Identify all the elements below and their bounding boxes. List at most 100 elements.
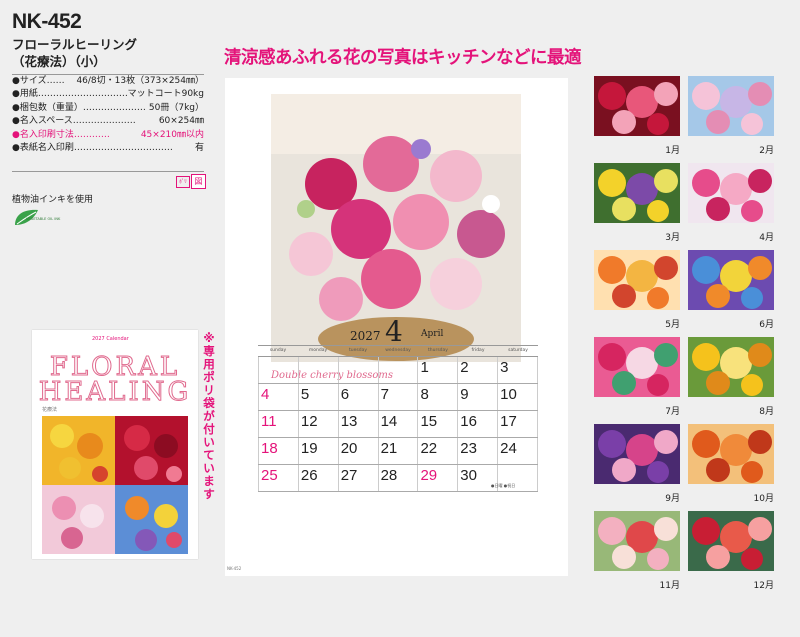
calendar-sheet: Double cherry blossoms 2027 4 April sund… bbox=[225, 78, 568, 576]
day-cell: 19 bbox=[299, 438, 339, 464]
month-thumbnail: 6月 bbox=[688, 250, 774, 330]
day-cell: 21 bbox=[379, 438, 419, 464]
day-cell: 12 bbox=[299, 411, 339, 437]
thumbnail-photo bbox=[594, 76, 680, 136]
weekday-thursday: thursday bbox=[428, 348, 448, 353]
spec-row: ●名入印刷寸法………… 45×210㎜以内 bbox=[12, 129, 204, 142]
day-cell: 23 bbox=[458, 438, 499, 464]
thumbnail-month-label: 2月 bbox=[759, 146, 774, 156]
sheet-footer: NK-452 bbox=[227, 566, 242, 571]
day-cell: 27 bbox=[339, 465, 379, 491]
product-name: フローラルヒーリング （花療法）（小） bbox=[12, 36, 212, 70]
thumbnail-month-label: 11月 bbox=[659, 581, 680, 591]
thumbnail-month-label: 6月 bbox=[759, 320, 774, 330]
month-thumbnail: 7月 bbox=[594, 337, 680, 417]
spec-value: 60×254㎜ bbox=[158, 116, 204, 127]
spec-label: ●サイズ…… bbox=[12, 76, 65, 86]
spec-label: ●名入印刷寸法………… bbox=[12, 129, 110, 140]
day-cell: 6 bbox=[339, 384, 379, 410]
day-cell bbox=[339, 357, 379, 383]
thumbnail-photo bbox=[688, 163, 774, 223]
cover-small-text: 2027 Calendar bbox=[92, 336, 129, 342]
weekday-friday: friday bbox=[471, 348, 485, 353]
divider-bottom bbox=[12, 171, 204, 172]
day-cell: 4 bbox=[258, 384, 299, 410]
day-cell: 1 bbox=[418, 357, 459, 383]
thumbnail-photo bbox=[594, 250, 680, 310]
cover-preview: 2027 Calendar FLORAL HEALING 花療法 bbox=[32, 330, 198, 559]
month-thumbnail: 2月 bbox=[688, 76, 774, 156]
spec-row: ●サイズ…… 46/8切・13枚（373×254㎜） bbox=[12, 75, 204, 88]
thumbnail-photo bbox=[594, 163, 680, 223]
diagram-badge: 図 bbox=[191, 174, 206, 189]
month-thumbnail: 5月 bbox=[594, 250, 680, 330]
thumbnail-month-label: 12月 bbox=[753, 581, 774, 591]
thumbnail-month-label: 5月 bbox=[665, 320, 680, 330]
thumbnail-photo bbox=[594, 424, 680, 484]
day-cell: 15 bbox=[418, 411, 459, 437]
spec-value: 45×210㎜以内 bbox=[140, 129, 204, 140]
weekday-monday: monday bbox=[308, 348, 328, 353]
spec-value: 有 bbox=[194, 143, 204, 154]
day-cell: 10 bbox=[498, 384, 539, 410]
product-name-line1: フローラルヒーリング bbox=[12, 37, 138, 52]
cover-photos bbox=[42, 416, 188, 554]
calendar-month-number: 4 bbox=[385, 315, 403, 348]
day-cell: 28 bbox=[379, 465, 419, 491]
day-cell: 18 bbox=[258, 438, 299, 464]
day-cell: 2 bbox=[458, 357, 499, 383]
poly-bag-note: ※専用ポリ袋が付いています bbox=[203, 331, 215, 501]
day-cell: 26 bbox=[299, 465, 339, 491]
spec-list: ●サイズ…… 46/8切・13枚（373×254㎜） ●用紙………………………… マッ… bbox=[12, 75, 204, 155]
month-thumbnail: 11月 bbox=[594, 511, 680, 591]
day-cell: 22 bbox=[418, 438, 459, 464]
spec-row: ●名入スペース………………… 60×254㎜ bbox=[12, 115, 204, 128]
day-cell: 5 bbox=[299, 384, 339, 410]
thumbnail-month-label: 8月 bbox=[759, 407, 774, 417]
week-row: 4 5 6 7 8 9 10 bbox=[258, 384, 539, 411]
day-cell bbox=[379, 357, 419, 383]
thumbnail-photo bbox=[594, 511, 680, 571]
spec-value: 50冊（7kg） bbox=[148, 102, 204, 113]
thumbnail-photo bbox=[688, 250, 774, 310]
day-cell: 7 bbox=[379, 384, 419, 410]
month-thumbnail: 8月 bbox=[688, 337, 774, 417]
weekday-wednesday: wednesday bbox=[385, 348, 411, 353]
day-cell: 9 bbox=[458, 384, 499, 410]
month-thumbnail: 12月 bbox=[688, 511, 774, 591]
thumbnail-photo bbox=[688, 424, 774, 484]
spec-row: ●表紙名入印刷…………………………… 有 bbox=[12, 142, 204, 155]
day-cell: 11 bbox=[258, 411, 299, 437]
calendar-grid: sunday monday tuesday wednesday thursday frid… bbox=[258, 345, 539, 492]
day-cell: 16 bbox=[458, 411, 499, 437]
headline: 清涼感あふれる花の写真はキッチンなどに最適 bbox=[224, 48, 582, 68]
thumbnail-photo bbox=[594, 337, 680, 397]
spec-label: ●名入スペース………………… bbox=[12, 116, 136, 127]
day-cell: 17 bbox=[498, 411, 539, 437]
spec-row: ●用紙………………………… マットコート90kg bbox=[12, 88, 204, 101]
month-thumbnail: 9月 bbox=[594, 424, 680, 504]
spec-label: ●用紙………………………… bbox=[12, 89, 128, 100]
month-thumbnail: 4月 bbox=[688, 163, 774, 243]
spec-value: 46/8切・13枚（373×254㎜） bbox=[76, 76, 204, 86]
thumbnail-month-label: 10月 bbox=[753, 494, 774, 504]
month-thumbnail: 1月 bbox=[594, 76, 680, 156]
calendar-year: 2027 bbox=[350, 329, 381, 343]
vegetable-oil-ink-logo: VEGETABLE OIL INK bbox=[12, 207, 61, 233]
thumbnail-photo bbox=[688, 337, 774, 397]
weekday-saturday: saturday bbox=[508, 348, 528, 353]
spec-value: マットコート90kg bbox=[127, 89, 204, 100]
thumbnail-month-label: 3月 bbox=[665, 233, 680, 243]
thumbnail-month-label: 9月 bbox=[665, 494, 680, 504]
weekday-sunday: sunday bbox=[269, 348, 287, 353]
cover-subtitle: 花療法 bbox=[42, 407, 58, 413]
calendar-legend: ●日曜 ●祝日 bbox=[491, 483, 516, 488]
spec-row: ●梱包数（重量）………………… 50冊（7kg） bbox=[12, 102, 204, 115]
product-name-line2: （花療法）（小） bbox=[12, 54, 106, 69]
week-row: 123 bbox=[258, 357, 539, 384]
spec-label: ●梱包数（重量）………………… bbox=[12, 102, 146, 113]
vegetable-oil-ink-label: VEGETABLE OIL INK bbox=[26, 217, 61, 221]
month-thumbnail: 10月 bbox=[688, 424, 774, 504]
poly-badge: ﾎﾟﾘ bbox=[176, 176, 190, 188]
day-cell: 3 bbox=[498, 357, 539, 383]
